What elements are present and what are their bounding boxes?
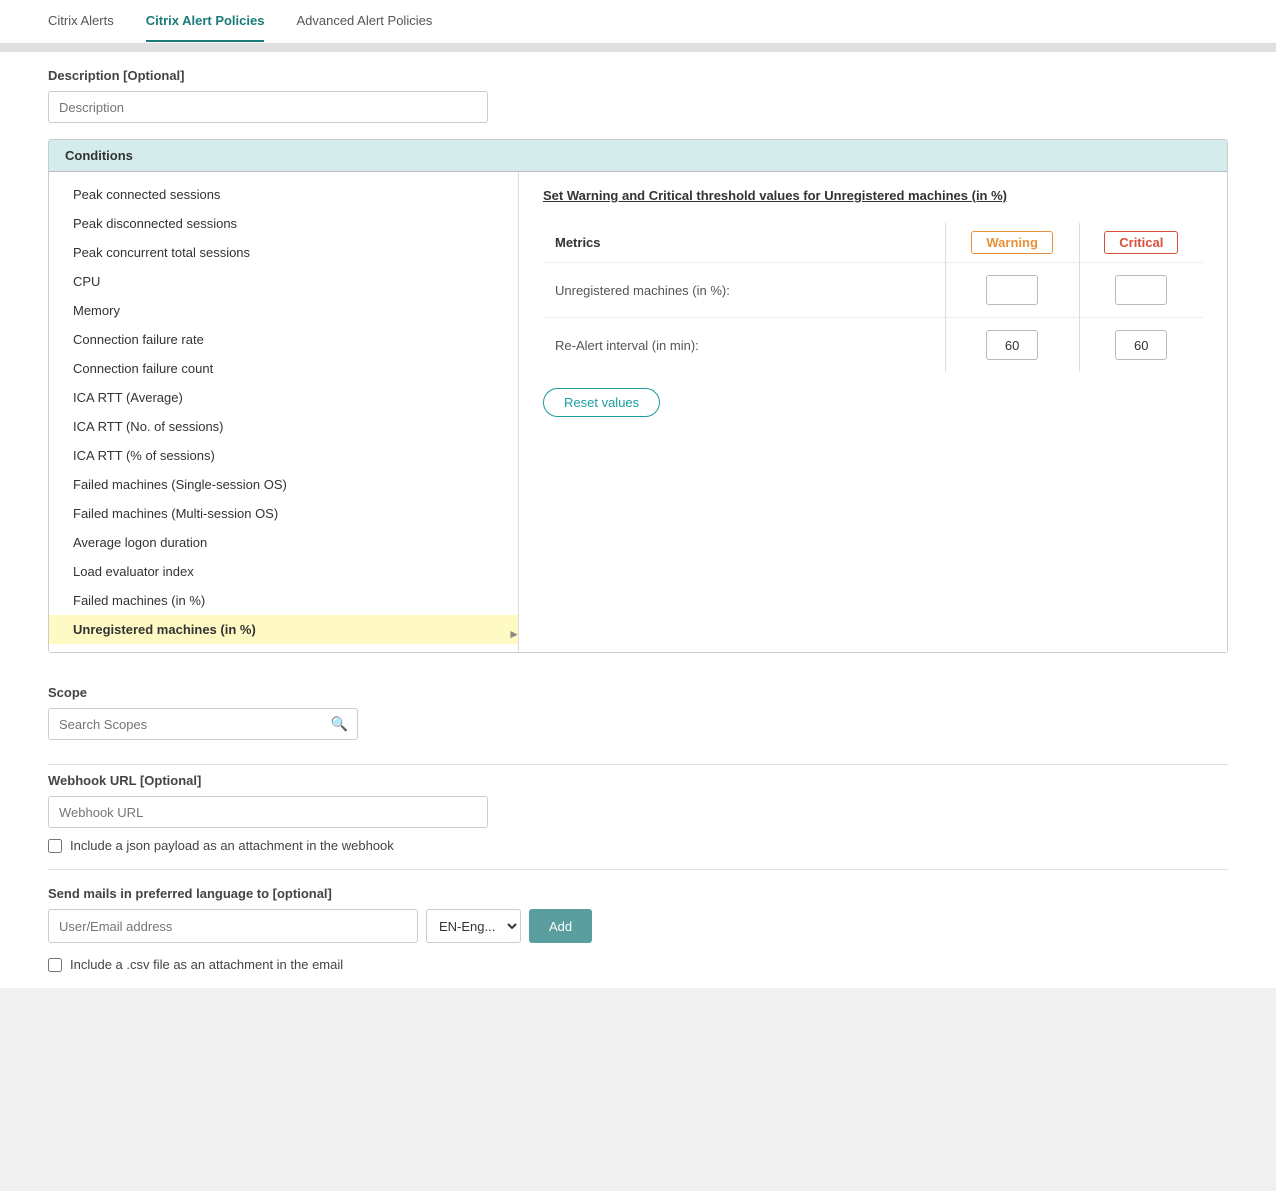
add-email-button[interactable]: Add: [529, 909, 592, 943]
list-item[interactable]: Peak disconnected sessions: [49, 209, 518, 238]
top-divider: [0, 44, 1276, 52]
warning-input-cell: [945, 263, 1079, 318]
col-header-critical: Critical: [1079, 223, 1203, 263]
panel-title-link[interactable]: Unregistered machines (in %): [824, 188, 1007, 203]
description-label: Description [Optional]: [48, 68, 1228, 83]
webhook-label: Webhook URL [Optional]: [48, 773, 1228, 788]
list-item[interactable]: Connection failure count: [49, 354, 518, 383]
webhook-url-input[interactable]: [48, 796, 488, 828]
panel-title-prefix: Set Warning and Critical threshold value…: [543, 188, 824, 203]
list-item[interactable]: Load evaluator index: [49, 557, 518, 586]
conditions-header: Conditions: [49, 140, 1227, 172]
list-item[interactable]: Failed machines (Single-session OS): [49, 470, 518, 499]
list-item-selected[interactable]: Unregistered machines (in %): [49, 615, 518, 644]
conditions-block: Conditions Peak connected sessions Peak …: [48, 139, 1228, 653]
language-select[interactable]: EN-Eng...: [426, 909, 521, 943]
scope-search-wrap: 🔍: [48, 708, 358, 740]
list-item[interactable]: Peak concurrent total sessions: [49, 238, 518, 267]
critical-realert-input[interactable]: [1115, 330, 1167, 360]
warning-realert-input[interactable]: [986, 330, 1038, 360]
metrics-table: Metrics Warning Critical: [543, 223, 1203, 372]
panel-title: Set Warning and Critical threshold value…: [543, 188, 1203, 203]
row-label-realert: Re-Alert interval (in min):: [543, 318, 945, 373]
nav-advanced-alert-policies[interactable]: Advanced Alert Policies: [296, 1, 432, 42]
list-arrow-icon: ►: [509, 624, 519, 644]
reset-values-button[interactable]: Reset values: [543, 388, 660, 417]
webhook-section: Webhook URL [Optional] Include a json pa…: [48, 764, 1228, 869]
warning-unregistered-input[interactable]: [986, 275, 1038, 305]
warning-realert-cell: [945, 318, 1079, 373]
webhook-checkbox-label: Include a json payload as an attachment …: [70, 838, 394, 853]
list-item[interactable]: ICA RTT (No. of sessions): [49, 412, 518, 441]
description-input[interactable]: [48, 91, 488, 123]
list-item[interactable]: Average logon duration: [49, 528, 518, 557]
row-label-unregistered: Unregistered machines (in %):: [543, 263, 945, 318]
scope-search-input[interactable]: [48, 708, 358, 740]
nav-citrix-alert-policies[interactable]: Citrix Alert Policies: [146, 1, 265, 42]
critical-unregistered-input[interactable]: [1115, 275, 1167, 305]
list-item[interactable]: Failed machines (Multi-session OS): [49, 499, 518, 528]
csv-checkbox-label: Include a .csv file as an attachment in …: [70, 957, 343, 972]
email-input[interactable]: [48, 909, 418, 943]
table-row: Unregistered machines (in %):: [543, 263, 1203, 318]
list-item[interactable]: ICA RTT (Average): [49, 383, 518, 412]
table-row: Re-Alert interval (in min):: [543, 318, 1203, 373]
email-section: Send mails in preferred language to [opt…: [48, 869, 1228, 988]
metrics-list: Peak connected sessions Peak disconnecte…: [49, 172, 519, 652]
main-content: Description [Optional] Conditions Peak c…: [0, 52, 1276, 988]
col-header-metrics: Metrics: [543, 223, 945, 263]
csv-attachment-checkbox[interactable]: [48, 958, 62, 972]
csv-checkbox-row: Include a .csv file as an attachment in …: [48, 957, 1228, 972]
list-item[interactable]: Memory: [49, 296, 518, 325]
email-section-label: Send mails in preferred language to [opt…: [48, 886, 1228, 901]
col-header-warning: Warning: [945, 223, 1079, 263]
list-item[interactable]: Peak connected sessions: [49, 180, 518, 209]
webhook-checkbox-row: Include a json payload as an attachment …: [48, 838, 1228, 853]
description-section: Description [Optional]: [48, 52, 1228, 139]
warning-badge: Warning: [971, 231, 1053, 254]
scope-section: Scope 🔍: [48, 669, 1228, 748]
email-row: EN-Eng... Add: [48, 909, 1228, 943]
list-item[interactable]: Failed machines (in %): [49, 586, 518, 615]
critical-realert-cell: [1079, 318, 1203, 373]
critical-badge: Critical: [1104, 231, 1178, 254]
list-item[interactable]: Connection failure rate: [49, 325, 518, 354]
list-item[interactable]: CPU: [49, 267, 518, 296]
nav-citrix-alerts[interactable]: Citrix Alerts: [48, 1, 114, 42]
top-nav: Citrix Alerts Citrix Alert Policies Adva…: [0, 0, 1276, 44]
list-item[interactable]: ICA RTT (% of sessions): [49, 441, 518, 470]
search-icon: 🔍: [331, 716, 348, 733]
webhook-json-checkbox[interactable]: [48, 839, 62, 853]
critical-input-cell: [1079, 263, 1203, 318]
metrics-panel: Set Warning and Critical threshold value…: [519, 172, 1227, 652]
conditions-body: Peak connected sessions Peak disconnecte…: [49, 172, 1227, 652]
scope-label: Scope: [48, 685, 1228, 700]
